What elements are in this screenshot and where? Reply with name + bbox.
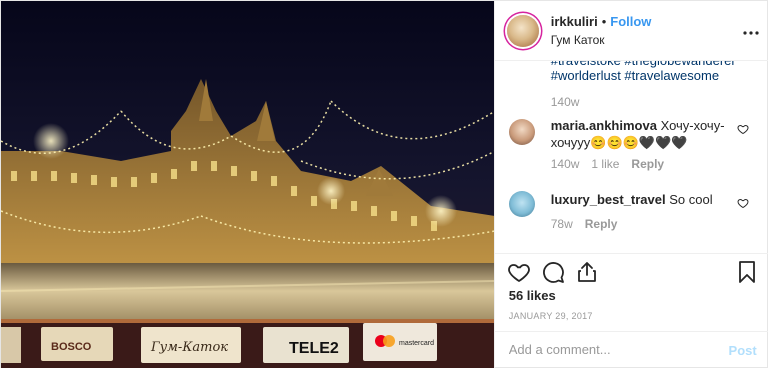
heart-icon[interactable] bbox=[737, 123, 749, 135]
comment-avatar[interactable] bbox=[508, 191, 535, 217]
share-icon[interactable] bbox=[575, 260, 599, 284]
comments-list[interactable]: #travelstoke #theglobewanderer #worlderl… bbox=[495, 61, 768, 253]
heart-icon[interactable] bbox=[507, 260, 531, 284]
comment-time[interactable]: 78w bbox=[551, 217, 573, 231]
reply-button[interactable]: Reply bbox=[585, 217, 618, 231]
comment-body: So cool bbox=[669, 192, 713, 207]
add-comment-bar: Post bbox=[494, 331, 768, 368]
comment-icon[interactable] bbox=[541, 260, 565, 284]
header-text: irkkuliri • Follow Гум Каток bbox=[551, 14, 652, 47]
reply-button[interactable]: Reply bbox=[631, 157, 664, 171]
more-horizontal-icon[interactable] bbox=[743, 22, 759, 40]
post-sidebar: irkkuliri • Follow Гум Каток #travelstok… bbox=[493, 1, 768, 368]
bosco-sign-text: BOSCO bbox=[51, 341, 92, 353]
caption-hashtags[interactable]: #travelstoke #theglobewanderer #worlderl… bbox=[551, 61, 751, 83]
separator-dot: • bbox=[601, 14, 607, 29]
tele2-sign-text: TELE2 bbox=[289, 340, 339, 357]
instagram-post: BOSCO Гум-Каток TELE2 mastercard irkkuli… bbox=[0, 0, 768, 368]
gum-skating-rink-image: BOSCO Гум-Каток TELE2 mastercard bbox=[1, 1, 494, 368]
likes-count[interactable]: 56 likes bbox=[509, 288, 556, 303]
comment-username[interactable]: maria.ankhimova bbox=[551, 118, 657, 133]
comment-text: maria.ankhimova Хочу-хочу-хочууу😊😊😊🖤🖤🖤 bbox=[551, 117, 726, 151]
avatar[interactable] bbox=[506, 14, 539, 47]
comment-input[interactable] bbox=[508, 342, 709, 357]
follow-button[interactable]: Follow bbox=[610, 14, 651, 29]
username-link[interactable]: irkkuliri bbox=[551, 14, 598, 29]
action-icons bbox=[507, 260, 599, 284]
post-button[interactable]: Post bbox=[729, 343, 757, 358]
heart-icon[interactable] bbox=[737, 197, 749, 209]
mastercard-sign-text: mastercard bbox=[399, 340, 434, 347]
location-link[interactable]: Гум Каток bbox=[551, 33, 652, 47]
header-user-row: irkkuliri • Follow bbox=[551, 14, 652, 29]
comment-meta: 78w Reply bbox=[551, 217, 618, 231]
comment-text: luxury_best_travel So cool bbox=[551, 191, 726, 208]
comment-avatar[interactable] bbox=[508, 119, 535, 145]
post-date[interactable]: January 29, 2017 bbox=[509, 311, 593, 321]
gum-sign-text: Гум-Каток bbox=[150, 340, 228, 355]
comment-meta: 140w 1 like Reply bbox=[551, 157, 664, 171]
post-header: irkkuliri • Follow Гум Каток bbox=[494, 1, 768, 61]
post-photo[interactable]: BOSCO Гум-Каток TELE2 mastercard bbox=[1, 1, 494, 368]
comment-username[interactable]: luxury_best_travel bbox=[551, 192, 666, 207]
caption-timestamp[interactable]: 140w bbox=[551, 95, 580, 109]
bookmark-icon[interactable] bbox=[735, 260, 759, 284]
comment-time[interactable]: 140w bbox=[551, 157, 580, 171]
comment-likes[interactable]: 1 like bbox=[591, 157, 619, 171]
